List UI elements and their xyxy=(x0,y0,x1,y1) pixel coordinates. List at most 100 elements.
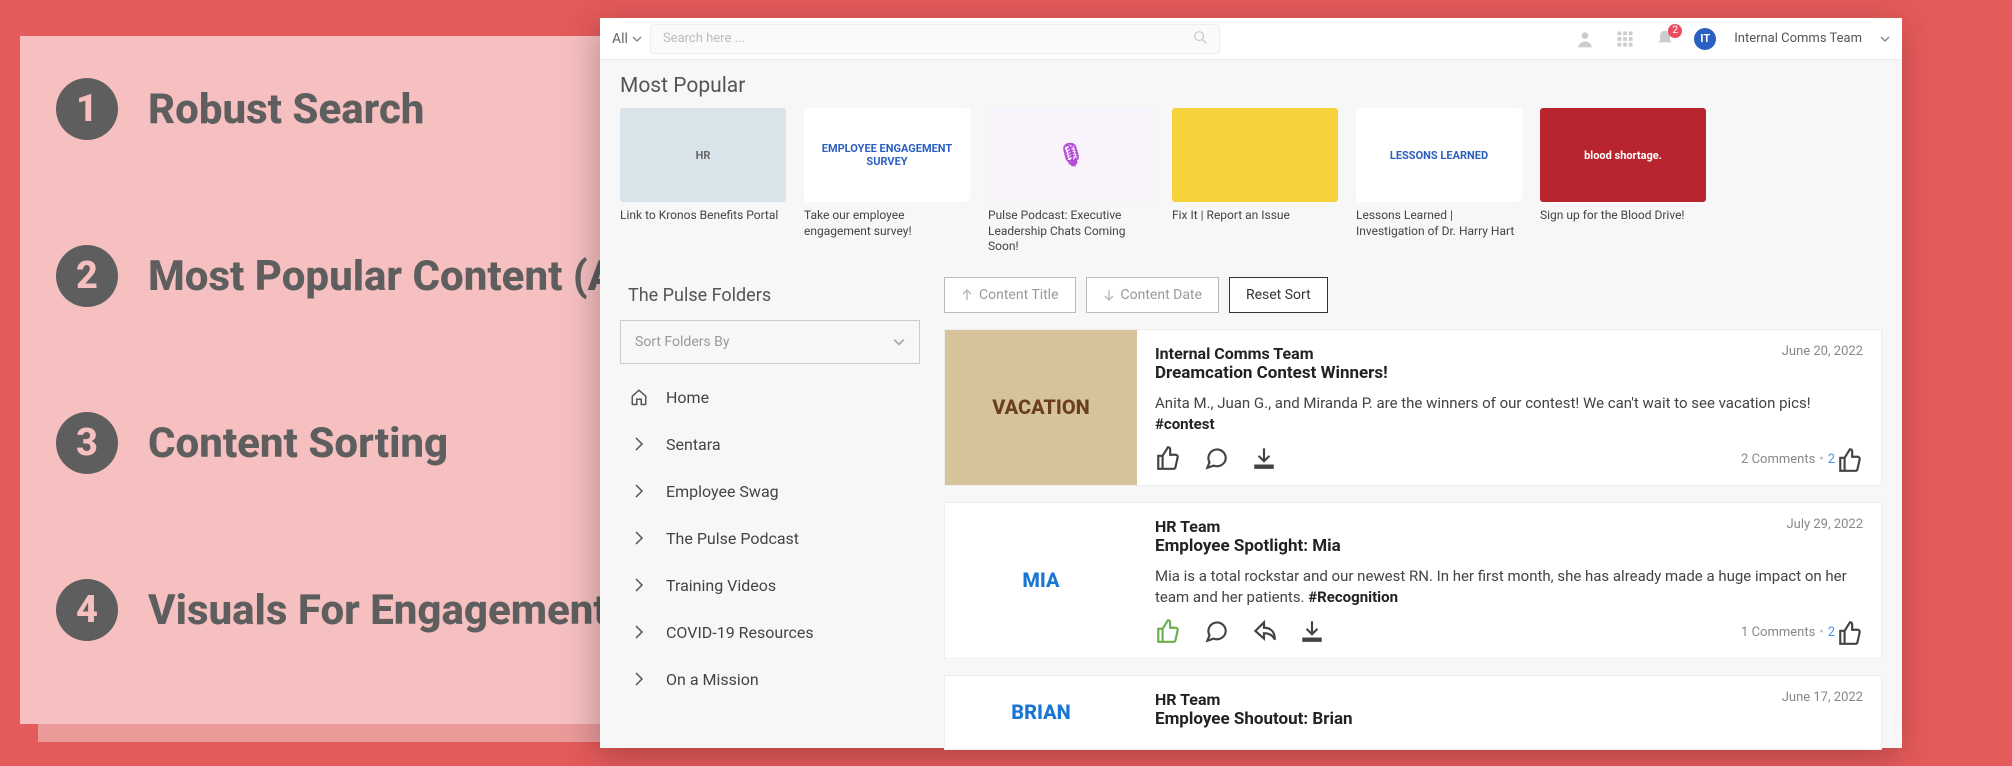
likes-count[interactable]: 2 xyxy=(1828,620,1863,646)
popular-title: Link to Kronos Benefits Portal xyxy=(620,208,786,224)
sort-by-date-button[interactable]: Content Date xyxy=(1086,277,1219,313)
feed-image: BRIAN xyxy=(945,676,1137,749)
feed-author: HR Team xyxy=(1155,517,1863,536)
folder-label: COVID-19 Resources xyxy=(666,623,814,642)
chevron-right-icon xyxy=(630,576,648,594)
search-placeholder: Search here ... xyxy=(663,31,745,46)
app-header: All Search here ... 2 IT Internal Comms … xyxy=(600,18,1902,60)
popular-row: HR Link to Kronos Benefits Portal EMPLOY… xyxy=(600,108,1902,269)
search-input[interactable]: Search here ... xyxy=(650,24,1220,54)
sort-folders-select[interactable]: Sort Folders By xyxy=(620,320,920,364)
feed-card[interactable]: BRIAN HR Team Employee Shoutout: Brian J… xyxy=(944,675,1882,750)
feed-body: Internal Comms Team Dreamcation Contest … xyxy=(1137,330,1881,485)
download-button[interactable] xyxy=(1251,445,1277,475)
main-content: Content Title Content Date Reset Sort VA… xyxy=(944,269,1882,766)
feed-meta: 2 Comments • 2 xyxy=(1741,447,1863,473)
feed-body: HR Team Employee Shoutout: Brian June 17… xyxy=(1137,676,1881,749)
chevron-down-icon[interactable] xyxy=(1880,34,1890,44)
feed-actions: 2 Comments • 2 xyxy=(1155,445,1863,475)
popular-thumb: HR xyxy=(620,108,786,202)
feed-date: June 17, 2022 xyxy=(1782,690,1863,705)
popular-thumb: EMPLOYEE ENGAGEMENT SURVEY xyxy=(804,108,970,202)
notification-badge: 2 xyxy=(1668,24,1682,38)
feed-title: Employee Shoutout: Brian xyxy=(1155,709,1863,729)
feed-title: Dreamcation Contest Winners! xyxy=(1155,363,1863,383)
apps-icon[interactable] xyxy=(1614,28,1636,50)
feed-author: Internal Comms Team xyxy=(1155,344,1863,363)
feed-image: MIA xyxy=(945,503,1137,658)
popular-card[interactable]: EMPLOYEE ENGAGEMENT SURVEY Take our empl… xyxy=(804,108,970,255)
arrow-up-icon xyxy=(961,289,973,301)
popular-title: Lessons Learned | Investigation of Dr. H… xyxy=(1356,208,1522,239)
feed-date: July 29, 2022 xyxy=(1787,517,1864,532)
notifications-icon[interactable]: 2 xyxy=(1654,28,1676,50)
callout-label: Visuals For Engagement xyxy=(148,586,608,635)
callout-label: Most Popular Content (AI) xyxy=(148,252,643,301)
folder-label: The Pulse Podcast xyxy=(666,529,799,548)
popular-title: Take our employee engagement survey! xyxy=(804,208,970,239)
header-right: 2 IT Internal Comms Team xyxy=(1574,28,1890,50)
sidebar: The Pulse Folders Sort Folders By Home S… xyxy=(620,269,920,766)
sidebar-item-covid-resources[interactable]: COVID-19 Resources xyxy=(620,609,920,656)
comments-count[interactable]: 2 Comments xyxy=(1741,452,1815,467)
chevron-down-icon xyxy=(632,34,642,44)
popular-card[interactable]: HR Link to Kronos Benefits Portal xyxy=(620,108,786,255)
home-icon xyxy=(630,388,648,406)
feed-author: HR Team xyxy=(1155,690,1863,709)
feed-text: Mia is a total rockstar and our newest R… xyxy=(1155,566,1863,608)
comment-button[interactable] xyxy=(1203,618,1229,648)
popular-card[interactable]: Fix It | Report an Issue xyxy=(1172,108,1338,255)
profile-icon[interactable] xyxy=(1574,28,1596,50)
arrow-down-icon xyxy=(1103,289,1115,301)
feed-date: June 20, 2022 xyxy=(1782,344,1863,359)
hashtag[interactable]: #Recognition xyxy=(1308,588,1398,606)
folder-label: On a Mission xyxy=(666,670,759,689)
folder-label: Home xyxy=(666,388,709,407)
comments-count[interactable]: 1 Comments xyxy=(1741,625,1815,640)
feed-actions: 1 Comments • 2 xyxy=(1155,618,1863,648)
popular-title: Fix It | Report an Issue xyxy=(1172,208,1338,224)
folder-list: Home Sentara Employee Swag The Pulse Pod… xyxy=(620,374,920,703)
search-scope-select[interactable]: All xyxy=(612,31,642,47)
feed-body: HR Team Employee Spotlight: Mia July 29,… xyxy=(1137,503,1881,658)
feed-card[interactable]: MIA HR Team Employee Spotlight: Mia July… xyxy=(944,502,1882,659)
sidebar-item-employee-swag[interactable]: Employee Swag xyxy=(620,468,920,515)
comment-button[interactable] xyxy=(1203,445,1229,475)
sort-date-label: Content Date xyxy=(1121,287,1202,303)
popular-card[interactable]: LESSONS LEARNED Lessons Learned | Invest… xyxy=(1356,108,1522,255)
sort-folders-placeholder: Sort Folders By xyxy=(635,334,730,350)
folder-label: Employee Swag xyxy=(666,482,779,501)
reset-sort-label: Reset Sort xyxy=(1246,287,1311,303)
popular-thumb xyxy=(1172,108,1338,202)
chevron-right-icon xyxy=(630,529,648,547)
feed-card[interactable]: VACATION Internal Comms Team Dreamcation… xyxy=(944,329,1882,486)
app-body: The Pulse Folders Sort Folders By Home S… xyxy=(600,269,1902,766)
sort-by-title-button[interactable]: Content Title xyxy=(944,277,1076,313)
sidebar-item-on-a-mission[interactable]: On a Mission xyxy=(620,656,920,703)
like-button[interactable] xyxy=(1155,618,1181,648)
like-button[interactable] xyxy=(1155,445,1181,475)
popular-thumb: blood shortage. xyxy=(1540,108,1706,202)
feed-image: VACATION xyxy=(945,330,1137,485)
download-button[interactable] xyxy=(1299,618,1325,648)
sidebar-item-sentara[interactable]: Sentara xyxy=(620,421,920,468)
reset-sort-button[interactable]: Reset Sort xyxy=(1229,277,1328,313)
share-button[interactable] xyxy=(1251,618,1277,648)
popular-card[interactable]: 🎙 Pulse Podcast: Executive Leadership Ch… xyxy=(988,108,1154,255)
likes-count[interactable]: 2 xyxy=(1828,447,1863,473)
sidebar-item-home[interactable]: Home xyxy=(620,374,920,421)
popular-card[interactable]: blood shortage. Sign up for the Blood Dr… xyxy=(1540,108,1706,255)
app-window: All Search here ... 2 IT Internal Comms … xyxy=(600,18,1902,748)
feed-title: Employee Spotlight: Mia xyxy=(1155,536,1863,556)
chevron-right-icon xyxy=(630,623,648,641)
popular-title: Sign up for the Blood Drive! xyxy=(1540,208,1706,224)
sidebar-item-training-videos[interactable]: Training Videos xyxy=(620,562,920,609)
sidebar-item-pulse-podcast[interactable]: The Pulse Podcast xyxy=(620,515,920,562)
content-sort-row: Content Title Content Date Reset Sort xyxy=(944,269,1882,329)
avatar[interactable]: IT xyxy=(1694,28,1716,50)
hashtag[interactable]: #contest xyxy=(1155,415,1215,433)
user-name[interactable]: Internal Comms Team xyxy=(1734,31,1862,46)
folder-label: Training Videos xyxy=(666,576,776,595)
feed-text: Anita M., Juan G., and Miranda P. are th… xyxy=(1155,393,1863,435)
section-most-popular-title: Most Popular xyxy=(600,60,1902,108)
